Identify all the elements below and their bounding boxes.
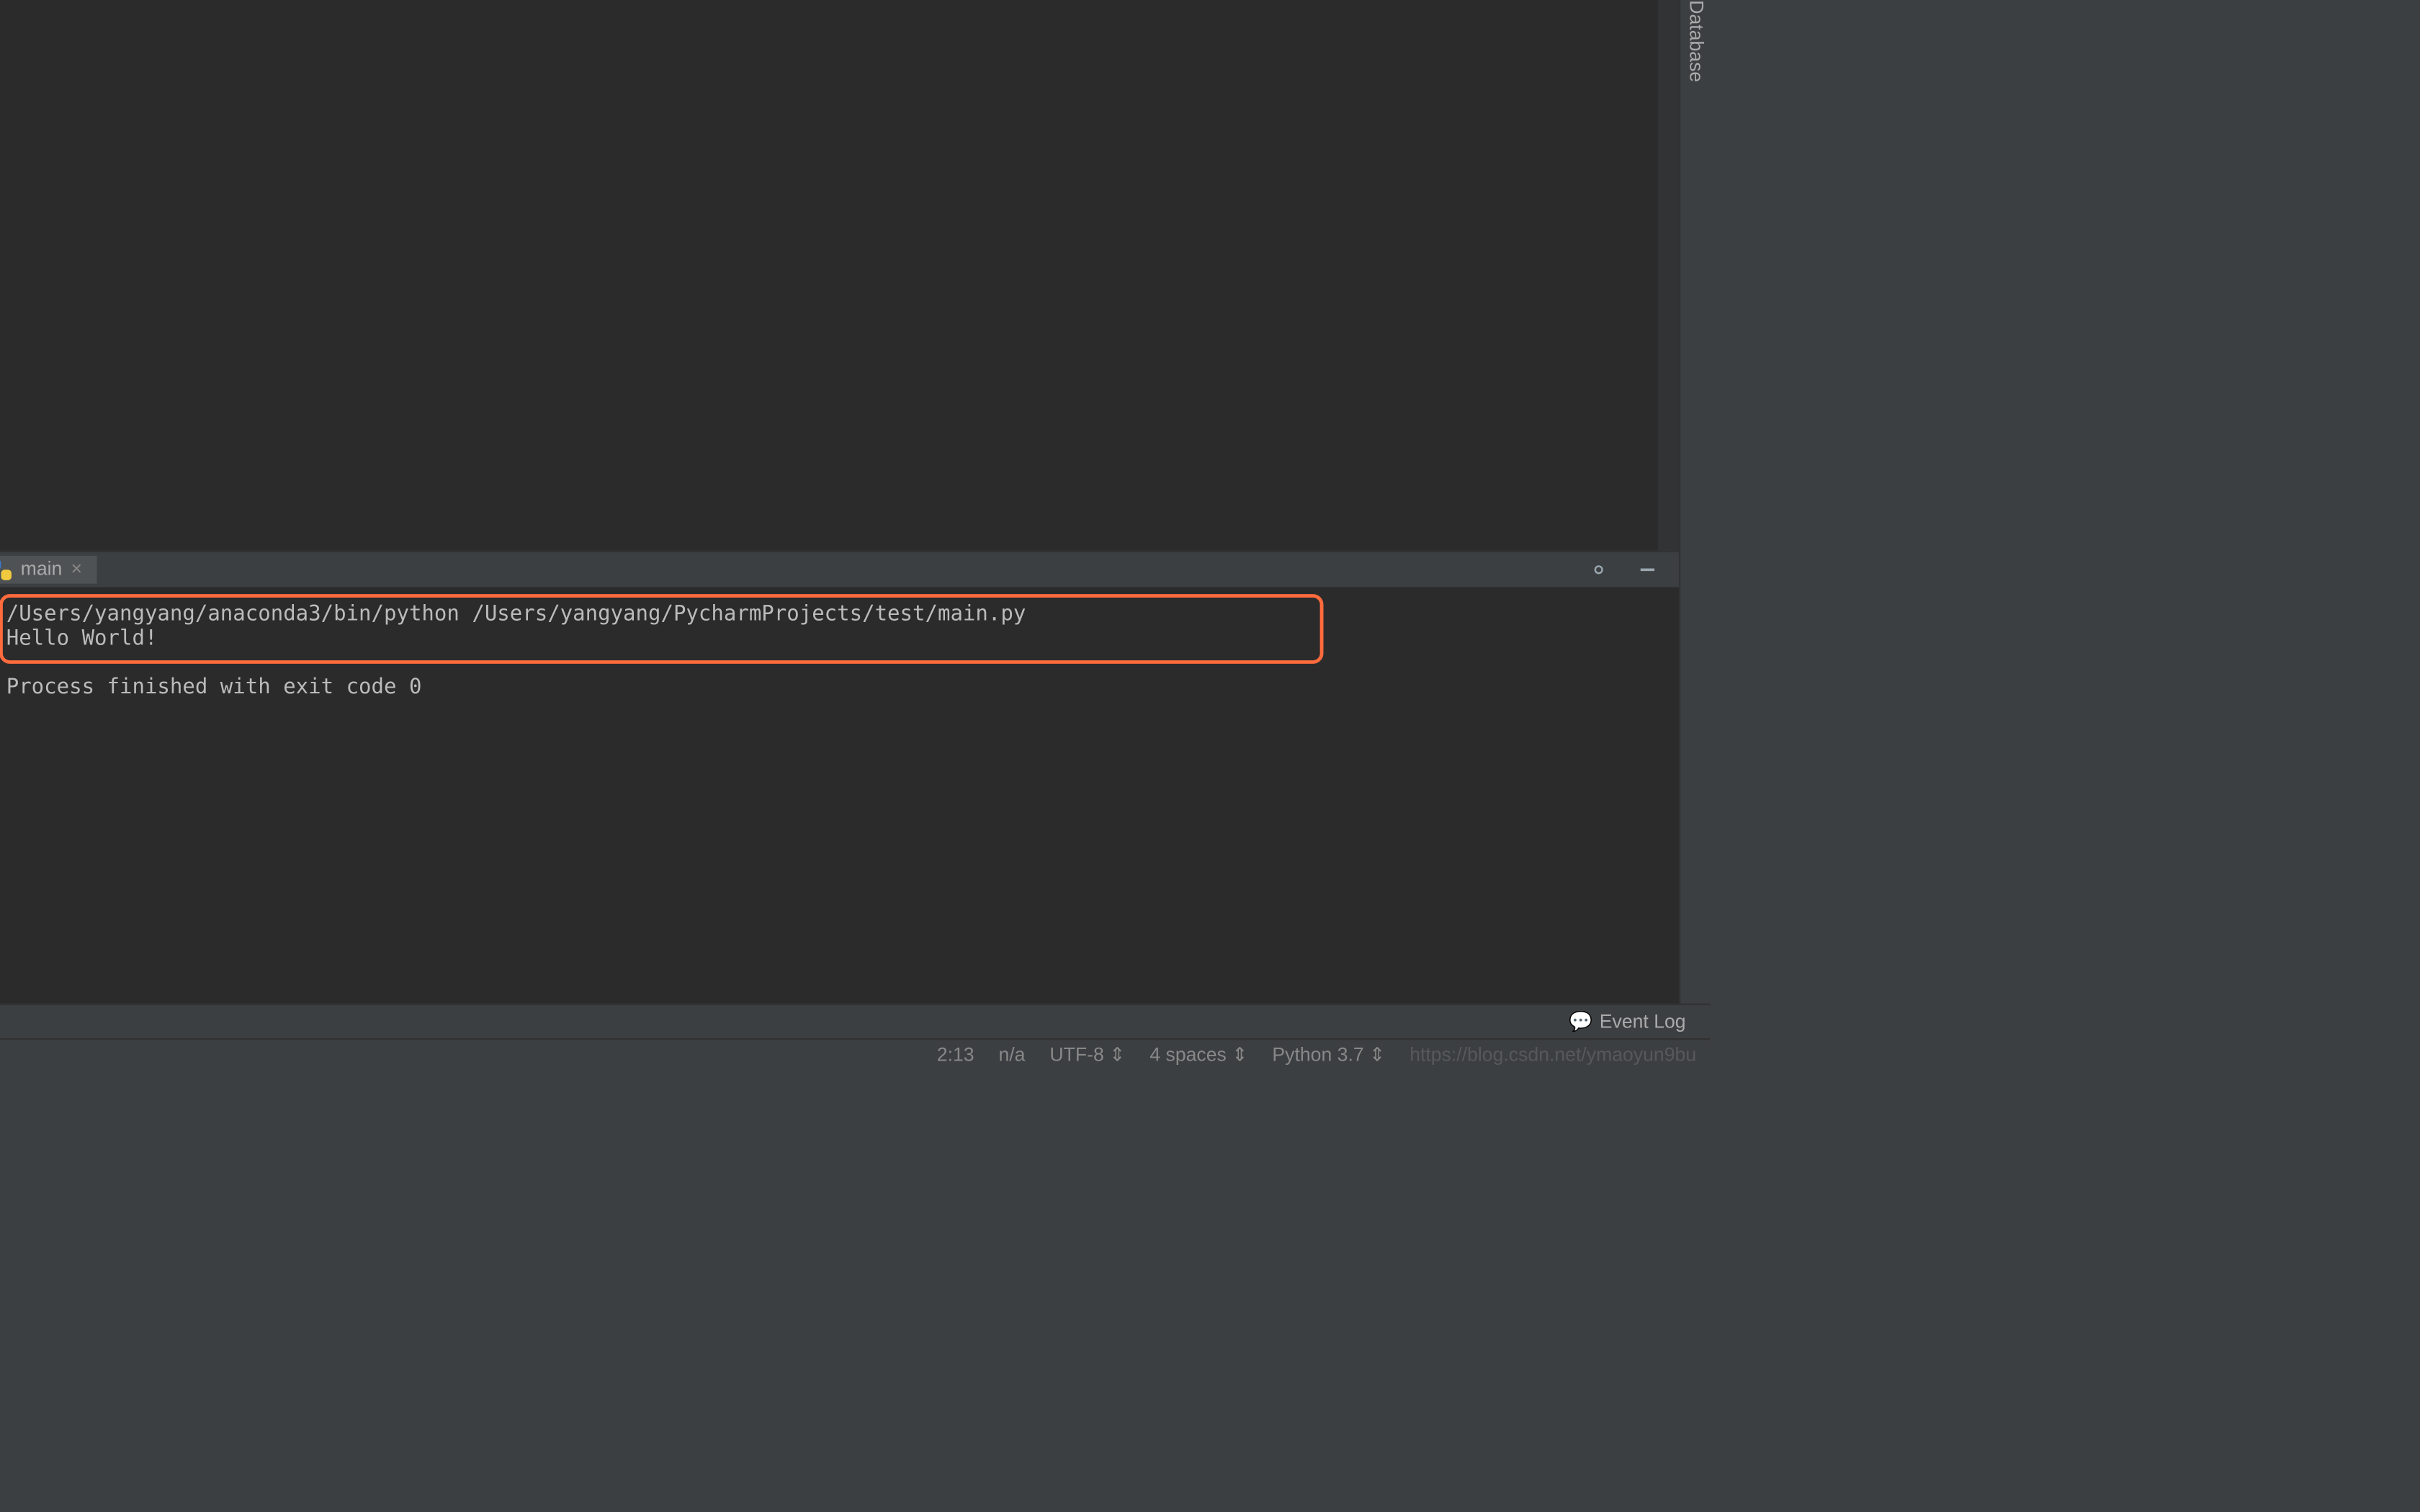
run-console[interactable]: /Users/yangyang/anaconda3/bin/python /Us… [0,587,1679,1003]
main-split: 1: Project ★ 2: Favorites 7: Structure ▤… [0,0,1710,1004]
console-exit-line: Process finished with exit code 0 [6,674,422,698]
editor-error-stripe[interactable] [1658,0,1679,551]
run-config-tab-label: main [21,559,63,580]
toolwindow-database-tab[interactable]: ≣ Database [1684,0,1706,82]
code-editor[interactable]: 1 print('Hello World!') [0,0,1679,551]
status-watermark: https://blog.csdn.net/ymaoyun9bu [1410,1044,1696,1065]
gear-icon[interactable] [1581,552,1615,587]
ide-window: ▸ test 〉 main.py main ▼ [0,0,1710,1070]
run-config-tab[interactable]: main × [0,556,96,584]
python-file-icon [0,559,12,580]
bottom-tab-event-log[interactable]: 💬 Event Log [1558,1007,1696,1036]
event-log-label: Event Log [1600,1012,1686,1032]
status-line-separator[interactable]: n/a [998,1044,1025,1065]
bottom-toolwindow-stripe: Python Console ⌨ Terminal ▶ 4: Run ≡ 6: … [0,1004,1710,1038]
run-toolwindow-body: ↑ ↓ ▭ ⇥ 📌 ⎙ [0,587,1679,1003]
status-bar: ▢ PEP 8: no newline at end of file 2:13 … [0,1038,1710,1070]
run-toolwindow-header: Run: main × [0,552,1679,587]
hide-toolwindow-icon[interactable] [1630,552,1664,587]
right-toolwindow-stripe: ⊞ SciView ⊡ Remote Host ≣ Database [1679,0,1711,1004]
status-interpreter[interactable]: Python 3.7 ⇕ [1272,1043,1385,1066]
close-icon[interactable]: × [71,559,82,580]
console-output-line: Hello World! [6,626,158,650]
run-toolwindow: Run: main × [0,551,1679,1004]
console-command-line: /Users/yangyang/anaconda3/bin/python /Us… [6,601,1026,626]
status-caret-position[interactable]: 2:13 [937,1044,974,1065]
status-indent[interactable]: 4 spaces ⇕ [1150,1043,1247,1066]
chat-bubble-icon: 💬 [1569,1010,1592,1032]
editor-column: main.py × 1 print('Hello World!') Ru [0,0,1679,1004]
editor-text-area[interactable]: print('Hello World!') [0,0,1658,551]
database-label: Database [1685,0,1706,82]
status-encoding[interactable]: UTF-8 ⇕ [1049,1043,1125,1066]
